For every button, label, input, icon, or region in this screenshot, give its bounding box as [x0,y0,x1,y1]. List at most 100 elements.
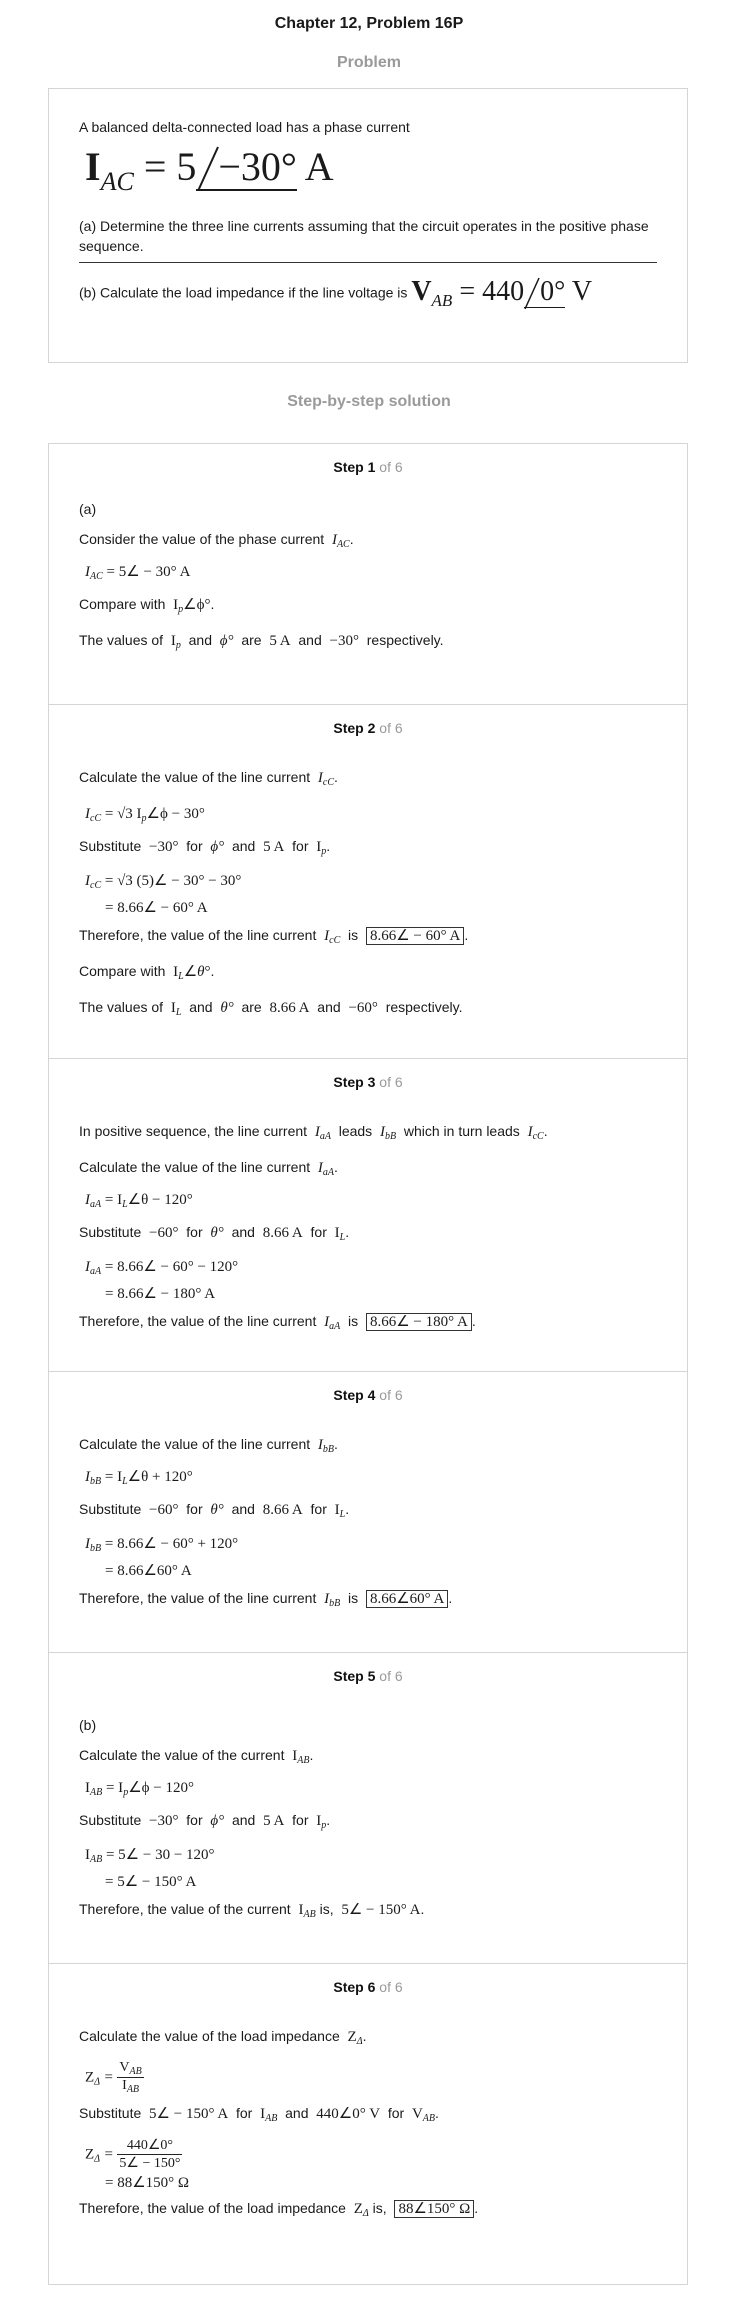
math: −30° [149,839,179,855]
voltage-magnitude: = 440 [459,276,525,307]
angle-slash-icon [197,146,220,191]
math: ∠θ − 120° [127,1192,193,1208]
math: θ° [210,1225,224,1241]
math: ϕ° [210,839,225,855]
text: The values of [79,999,164,1015]
text: Compare with [79,596,166,612]
phase-current-phasor: IAC = 5 −30° A [85,141,657,208]
text: The values of [79,632,164,648]
step-total: of 6 [379,459,403,475]
math: ∠ϕ − 120° [128,1780,194,1796]
math: −60° [149,1502,179,1518]
step-5: Step 5 of 6 (b) Calculate the value of t… [49,1653,687,1964]
text: is [348,1590,359,1606]
text: Calculate the value of the line current [79,1159,311,1175]
math: ϕ° [210,1813,225,1829]
text: Calculate the value of the load impedanc… [79,2028,340,2044]
equation: = 5∠ − 150° A [105,1874,197,1890]
equation: IAC = 5∠ − 30° A [85,561,657,588]
math: 8.66 A [269,1000,310,1016]
equation: ZΔ = VAB IAB [85,2060,144,2095]
text: Substitute [79,2105,142,2121]
step-word: Step [333,1387,364,1403]
step-text: Substitute 5∠ − 150° A for IAB and 440∠0… [79,2105,439,2124]
denominator: 5∠ − 150° [119,2156,181,2171]
text: and [231,1224,255,1240]
step-3: Step 3 of 6 In positive sequence, the li… [49,1059,687,1372]
step-total: of 6 [379,1979,403,1995]
voltage-angle: 0° [540,276,566,307]
line-voltage-phasor: VAB = 440 0° V [411,276,592,311]
text: for [236,2105,253,2121]
text: Substitute [79,1501,142,1517]
step-number: 4 [367,1387,376,1403]
step-text: Calculate the value of the line current … [79,769,338,788]
text: respectively. [366,632,444,648]
step-total: of 6 [379,1668,403,1684]
text: Consider the value of the phase current [79,531,325,547]
step-text: In positive sequence, the line current I… [79,1123,548,1142]
step-total: of 6 [379,720,403,736]
step-text: Calculate the value of the line current … [79,1159,338,1178]
math: −30° [329,633,359,649]
math-sub: cC [322,777,335,788]
text: and [231,1812,256,1828]
numerator: 440∠0° [117,2137,183,2155]
math: = I [104,1469,123,1485]
fraction: 440∠0° 5∠ − 150° [117,2137,183,2172]
equation: = 8.66∠60° A [105,1563,192,1579]
text: which in turn leads [403,1123,520,1139]
equation: IbB = IL∠θ + 120° [85,1469,193,1487]
problem-box: A balanced delta-connected load has a ph… [48,88,688,363]
text: leads [338,1123,373,1139]
math-sub: AC [90,571,103,582]
math: = 8.66∠ − 60° − 120° [104,1259,239,1275]
answer-box: 8.66∠60° A [365,1590,449,1608]
equation: ZΔ = 440∠0° 5∠ − 150° [85,2137,183,2172]
step-number: 2 [367,720,376,736]
math: −60° [149,1225,179,1241]
part-label: (b) [79,1717,97,1733]
text: and [298,632,322,648]
math: = 8.66∠ − 60° + 120° [104,1536,239,1552]
equation: = 8.66∠ − 60° A [105,900,208,916]
problem-intro: A balanced delta-connected load has a ph… [79,119,410,135]
step-text: Therefore, the value of the line current… [79,927,469,946]
text: for [186,1501,203,1517]
step-text: Therefore, the value of the current IAB … [79,1901,425,1920]
text: Therefore, the value of the current [79,1901,291,1917]
step-number: 3 [367,1074,376,1090]
step-6: Step 6 of 6 Calculate the value of the l… [49,1964,687,2284]
part-label: (a) [79,501,97,517]
math: = I [104,1192,123,1208]
voltage-subscript: AB [431,291,453,310]
text: and [317,999,341,1015]
voltage-angle-box: 0° [524,276,566,309]
text: Calculate the value of the line current [79,1436,311,1452]
text: Compare with [79,963,166,979]
page-title: Chapter 12, Problem 16P [274,15,464,32]
math: 5 A [263,1813,285,1829]
text: Substitute [79,1224,142,1240]
math: −30° [149,1813,179,1829]
math: 8.66 A [262,1225,303,1241]
step-text: Calculate the value of the load impedanc… [79,2028,367,2047]
text: Calculate the value of the line current [79,769,311,785]
equation: IbB = 8.66∠ − 60° + 120° [85,1536,239,1554]
equation: IaA = IL∠θ − 120° [85,1192,193,1210]
step-4: Step 4 of 6 Calculate the value of the l… [49,1372,687,1653]
text: for [292,838,309,854]
step-text: Substitute −60° for θ° and 8.66 A for IL… [79,1224,350,1243]
text: is, [319,1901,334,1917]
solution-label: Step-by-step solution [287,393,451,410]
fraction: VAB IAB [117,2060,144,2095]
text: Therefore, the value of the load impedan… [79,2200,346,2216]
text: for [186,1812,203,1828]
math-sub: p [175,640,181,651]
math: ∠ϕ − 30° [146,806,205,822]
text: is [348,927,359,943]
equation: = 8.66∠ − 180° A [105,1286,216,1302]
math: θ° [210,1502,224,1518]
equation: IAB = Ip∠ϕ − 120° [85,1780,194,1798]
step-word: Step [333,1074,364,1090]
